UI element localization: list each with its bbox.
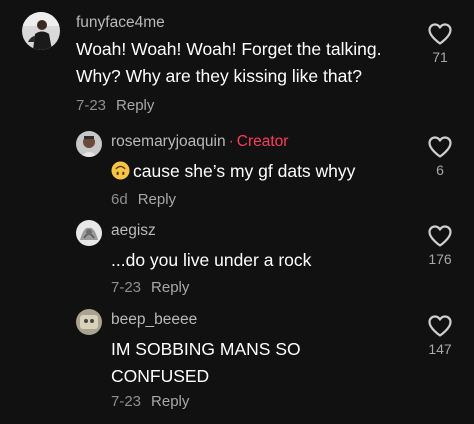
comment-meta: 6d Reply [111, 191, 176, 208]
heart-outline-icon [428, 136, 452, 158]
comment-date: 7-23 [111, 393, 142, 410]
creator-badge: Creator [236, 133, 289, 150]
comment-username[interactable]: beep_beeee [111, 311, 197, 329]
comment-username-row: rosemaryjoaquin · Creator [111, 133, 288, 151]
heart-outline-icon [428, 23, 452, 45]
like-count: 176 [428, 251, 452, 267]
like-button[interactable]: 71 [420, 22, 460, 65]
comment-meta: 7-23 Reply [111, 279, 189, 296]
like-count: 147 [428, 341, 452, 357]
avatar[interactable] [76, 220, 102, 246]
comment-date: 7-23 [111, 279, 142, 296]
like-count: 71 [432, 49, 448, 65]
comment-text-line: IM SOBBING MANS SO [111, 339, 301, 359]
comment-username[interactable]: funyface4me [76, 14, 165, 32]
avatar[interactable] [76, 309, 102, 335]
comment-text-line: CONFUSED [111, 366, 210, 386]
comment-date: 6d [111, 191, 128, 208]
heart-outline-icon [428, 315, 452, 337]
like-button[interactable]: 6 [420, 135, 460, 178]
comment-text: IM SOBBING MANS SO CONFUSED [111, 336, 301, 390]
like-count: 6 [436, 162, 444, 178]
reply-button[interactable]: Reply [151, 393, 189, 410]
comment-text-line: Woah! Woah! Woah! Forget the talking. [76, 39, 382, 59]
heart-outline-icon [428, 225, 452, 247]
comment-username[interactable]: rosemaryjoaquin [111, 133, 226, 150]
comment-meta: 7-23 Reply [76, 97, 154, 114]
like-button[interactable]: 147 [420, 314, 460, 357]
avatar-photo [76, 220, 102, 246]
like-button[interactable]: 176 [420, 224, 460, 267]
upside-down-face-emoji [111, 161, 130, 180]
reply-button[interactable]: Reply [116, 97, 154, 114]
comment-text-content: cause she’s my gf dats whyy [133, 161, 356, 181]
comment-text: ...do you live under a rock [111, 250, 312, 270]
avatar[interactable] [76, 131, 102, 157]
comment-text: cause she’s my gf dats whyy [111, 158, 355, 185]
avatar[interactable] [22, 12, 60, 50]
avatar-photo [22, 12, 60, 50]
reply-button[interactable]: Reply [151, 279, 189, 296]
reply-button[interactable]: Reply [138, 191, 176, 208]
comment-text-line: Why? Why are they kissing like that? [76, 66, 362, 86]
comment-meta: 7-23 Reply [111, 393, 189, 410]
avatar-photo [76, 131, 102, 157]
badge-separator: · [228, 133, 234, 150]
comment-date: 7-23 [76, 97, 107, 114]
comment-username[interactable]: aegisz [111, 222, 156, 240]
comment-text: Woah! Woah! Woah! Forget the talking. Wh… [76, 36, 381, 90]
avatar-photo [76, 309, 102, 335]
